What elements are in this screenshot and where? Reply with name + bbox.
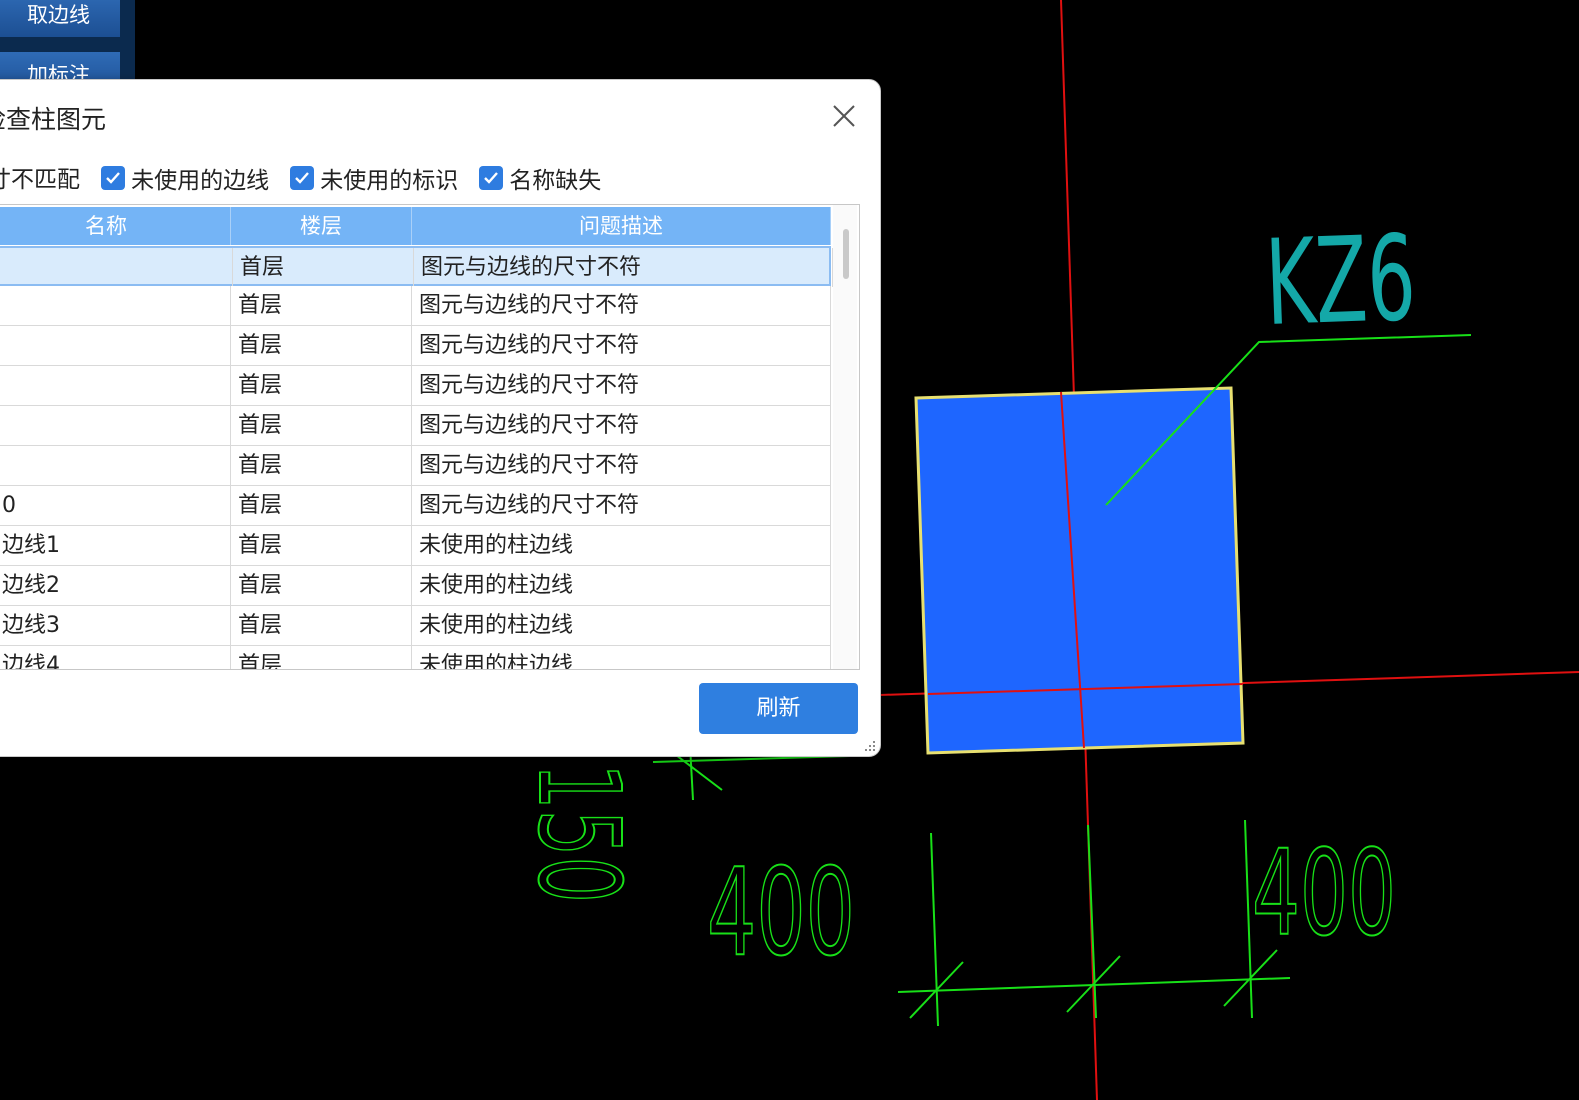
filter-size-mismatch[interactable]: 尺寸不匹配 [0, 160, 80, 194]
cell-name [0, 366, 231, 405]
table-row[interactable]: 首层 图元与边线的尺寸不符 [0, 286, 831, 326]
filter-unused-edge[interactable]: 未使用的边线 [101, 161, 269, 195]
dimension-text-150: 150 [513, 763, 643, 903]
refresh-button[interactable]: 刷新 [699, 683, 858, 734]
cell-name: 0 [0, 486, 231, 525]
checkmark-icon [295, 172, 310, 184]
cell-floor: 首层 [231, 286, 412, 325]
cell-name [0, 406, 231, 445]
cell-floor: 首层 [231, 406, 412, 445]
filter-label: 未使用的标识 [320, 168, 459, 194]
dimension-text-400-right: 400 [1252, 824, 1396, 962]
vertical-scrollbar[interactable] [833, 205, 857, 669]
cell-floor: 首层 [231, 526, 412, 565]
dimension-text-400-left: 400 [707, 844, 855, 983]
checkbox-checked[interactable] [101, 166, 126, 190]
cell-issue: 图元与边线的尺寸不符 [412, 406, 831, 445]
checkmark-icon [484, 172, 499, 184]
column-header-floor[interactable]: 楼层 [231, 207, 412, 245]
extension-line-left [930, 832, 939, 1027]
table-row[interactable]: 首层 图元与边线的尺寸不符 [0, 366, 831, 406]
issues-table: 名称 楼层 问题描述 首层 图元与边线的尺寸不符 首层 图元与边线的尺寸不符 首层 图元与… [0, 204, 860, 670]
cell-issue: 未使用的柱边线 [412, 606, 831, 645]
scrollbar-thumb[interactable] [843, 229, 849, 279]
filter-label: 名称缺失 [509, 168, 602, 194]
cell-floor: 首层 [231, 446, 412, 485]
cell-issue: 未使用的柱边线 [412, 646, 831, 669]
cell-name: 边线1 [0, 526, 231, 565]
cell-name: 边线3 [0, 606, 231, 645]
cell-issue: 未使用的柱边线 [412, 566, 831, 605]
filter-label: 尺寸不匹配 [0, 167, 80, 193]
dimension-tick-upper [671, 751, 723, 791]
side-button-edge[interactable]: 取边线 [0, 0, 120, 38]
cell-name [0, 248, 233, 287]
column-label-text: KZ6 [1263, 209, 1418, 352]
cell-name [0, 286, 231, 325]
table-row[interactable]: 0 首层 图元与边线的尺寸不符 [0, 486, 831, 526]
side-panel: 取边线 加标注 [0, 0, 135, 85]
table-row[interactable]: 边线2 首层 未使用的柱边线 [0, 566, 831, 606]
cell-name: 边线4 [0, 646, 231, 669]
checkbox-checked[interactable] [290, 166, 315, 190]
cell-floor: 首层 [231, 326, 412, 365]
cell-issue: 图元与边线的尺寸不符 [412, 486, 831, 525]
filter-label: 未使用的边线 [131, 168, 270, 194]
cell-name [0, 326, 231, 365]
cell-floor: 首层 [231, 566, 412, 605]
table-row[interactable]: 首层 图元与边线的尺寸不符 [0, 246, 833, 287]
cell-issue: 图元与边线的尺寸不符 [414, 248, 833, 287]
table-row[interactable]: 首层 图元与边线的尺寸不符 [0, 406, 831, 446]
table-row[interactable]: 边线3 首层 未使用的柱边线 [0, 606, 831, 646]
extension-line-right [1244, 819, 1253, 1019]
cell-issue: 图元与边线的尺寸不符 [412, 286, 831, 325]
checkbox-checked[interactable] [479, 166, 504, 190]
column-element-kz6[interactable] [914, 386, 1245, 755]
cell-floor: 首层 [231, 486, 412, 525]
close-button[interactable] [826, 98, 862, 134]
table-row[interactable]: 首层 图元与边线的尺寸不符 [0, 326, 831, 366]
checkmark-icon [106, 172, 120, 184]
cell-floor: 首层 [231, 646, 412, 669]
cell-name [0, 446, 231, 485]
column-header-issue[interactable]: 问题描述 [412, 207, 831, 245]
filter-unused-marker[interactable]: 未使用的标识 [290, 161, 458, 195]
table-header: 名称 楼层 问题描述 [0, 207, 831, 245]
cell-floor: 首层 [233, 248, 414, 287]
cell-issue: 图元与边线的尺寸不符 [412, 446, 831, 485]
cell-name: 边线2 [0, 566, 231, 605]
table-row[interactable]: 边线4 首层 未使用的柱边线 [0, 646, 831, 669]
resize-grip-icon[interactable] [863, 739, 877, 753]
column-header-name[interactable]: 名称 [0, 207, 231, 245]
cell-floor: 首层 [231, 366, 412, 405]
dialog-title: 检查柱图元 [0, 105, 107, 134]
cell-issue: 图元与边线的尺寸不符 [412, 366, 831, 405]
filter-bar: 尺寸不匹配 未使用的边线 未使用的标识 名称缺失 [0, 160, 617, 194]
table-row[interactable]: 首层 图元与边线的尺寸不符 [0, 446, 831, 486]
table-row[interactable]: 边线1 首层 未使用的柱边线 [0, 526, 831, 566]
table-body: 首层 图元与边线的尺寸不符 首层 图元与边线的尺寸不符 首层 图元与边线的尺寸不符 首层 图元… [0, 246, 833, 669]
cell-issue: 图元与边线的尺寸不符 [412, 326, 831, 365]
cell-floor: 首层 [231, 606, 412, 645]
close-icon [833, 105, 855, 127]
check-column-dialog: 检查柱图元 尺寸不匹配 未使用的边线 未使用的标识 名称缺失 [0, 79, 881, 757]
filter-name-missing[interactable]: 名称缺失 [479, 161, 601, 195]
cell-issue: 未使用的柱边线 [412, 526, 831, 565]
